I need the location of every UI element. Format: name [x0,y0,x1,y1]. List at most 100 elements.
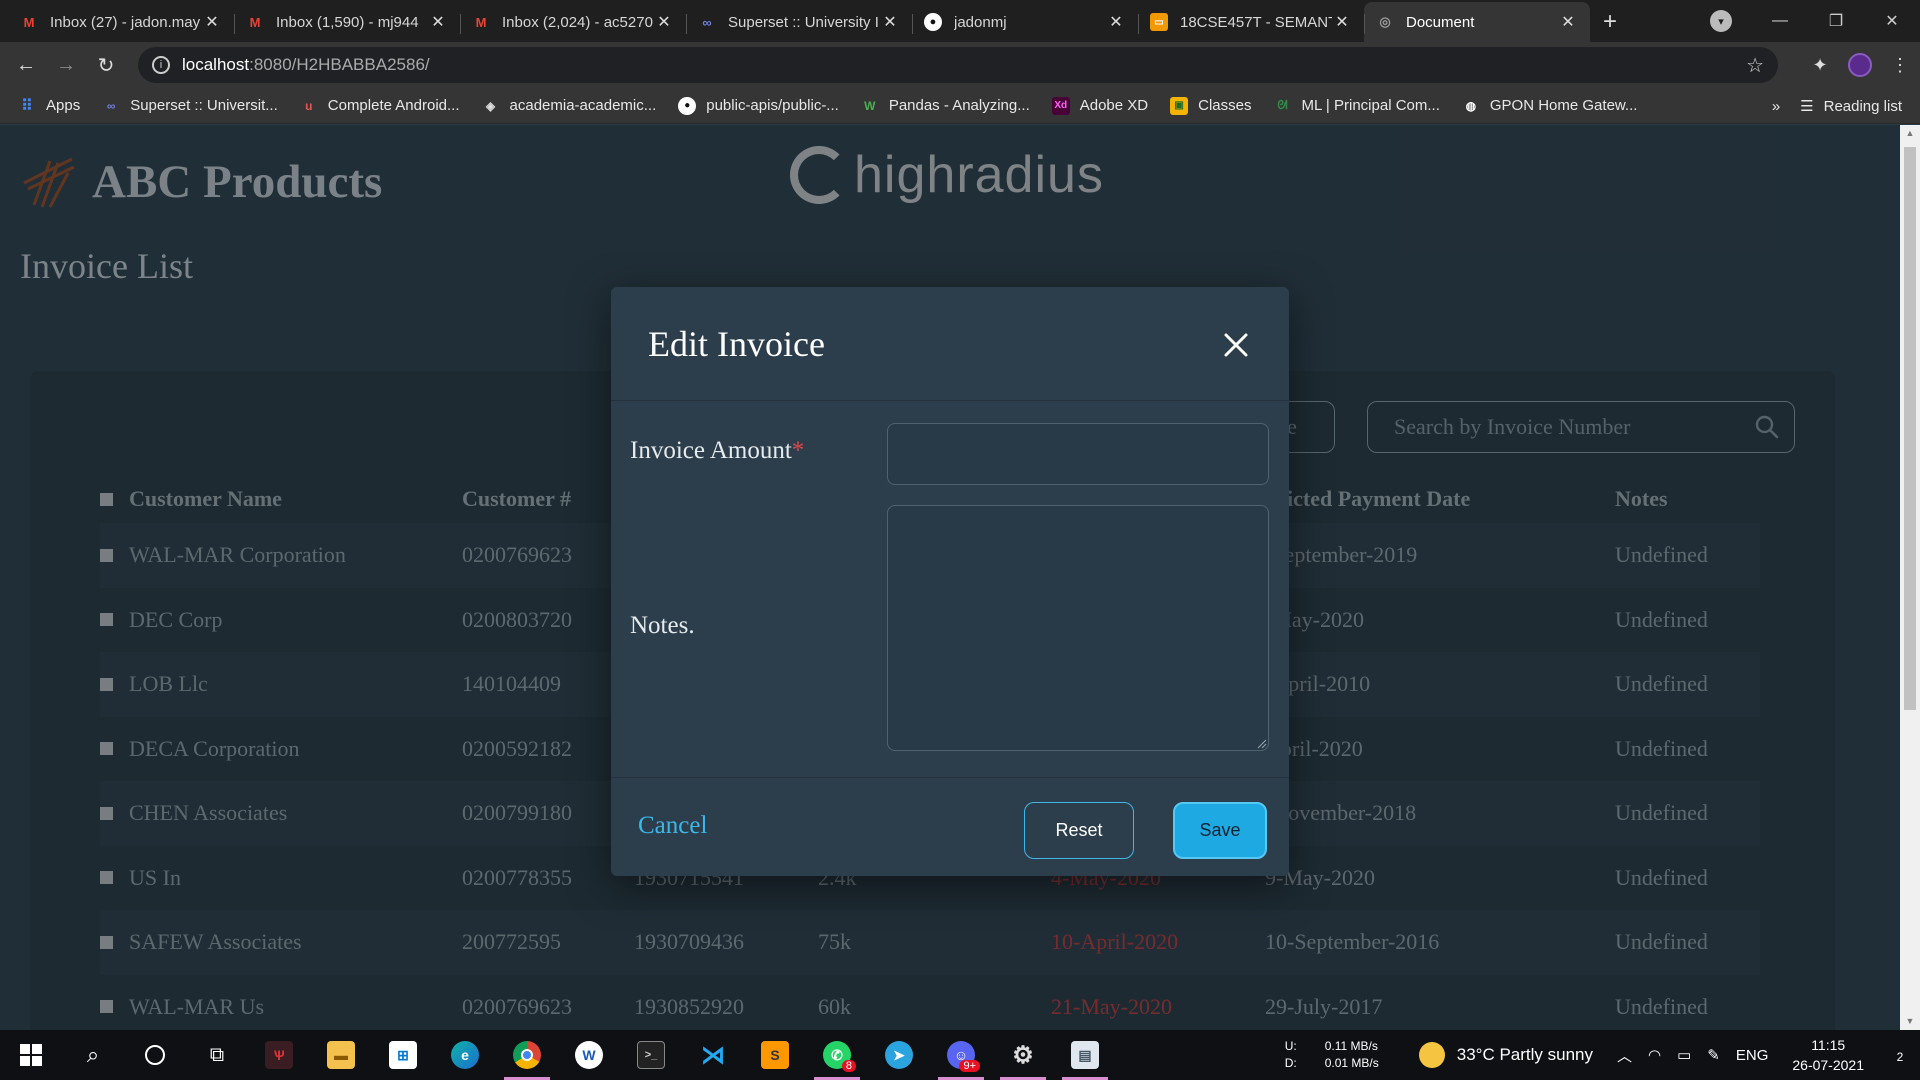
profile-avatar[interactable] [1848,53,1872,77]
store-icon[interactable]: ⊞ [372,1030,434,1080]
start-button[interactable] [0,1030,62,1080]
browser-tab[interactable]: M Inbox (1,590) - mj944 ✕ [234,2,460,42]
site-info-icon[interactable]: i [152,56,170,74]
battery-icon[interactable]: ▭ [1677,1046,1691,1064]
sublime-icon[interactable]: S [744,1030,806,1080]
settings-gear-icon[interactable]: ⚙ [992,1030,1054,1080]
bookmark-star-icon[interactable]: ☆ [1746,53,1764,78]
terminal-icon[interactable]: >_ [620,1030,682,1080]
extensions-icon[interactable]: ✦ [1800,55,1840,76]
clock[interactable]: 11:15 26-07-2021 [1792,1035,1864,1075]
chrome-icon[interactable] [496,1030,558,1080]
menu-kebab-icon[interactable]: ⋮ [1880,55,1920,76]
tab-search-icon[interactable]: ▾ [1710,10,1732,32]
tab-title: Inbox (27) - jadon.may [50,13,201,31]
close-icon[interactable]: ✕ [654,12,674,32]
bookmark-item[interactable]: ◍ GPON Home Gatew... [1462,97,1638,115]
bookmark-item[interactable]: ▣ Classes [1170,96,1251,115]
task-view-icon[interactable]: ⧉ [186,1030,248,1080]
save-button[interactable]: Save [1173,802,1267,859]
reset-button[interactable]: Reset [1024,802,1134,859]
back-icon[interactable]: ← [8,47,44,83]
w3-icon: W [864,98,876,113]
reload-icon[interactable]: ↻ [88,47,124,83]
dialog-footer: Cancel Reset Save [611,777,1289,876]
minimize-icon[interactable]: — [1752,12,1808,30]
resize-grip-icon[interactable] [1257,739,1267,749]
scrollbar-thumb[interactable] [1904,147,1916,710]
more-bookmarks-icon[interactable]: » [1772,98,1780,115]
bookmark-item[interactable]: ◈ academia-academic... [482,97,656,115]
close-icon[interactable] [1216,325,1256,365]
browser-tab[interactable]: M Inbox (2,024) - ac5270 ✕ [460,2,686,42]
reading-list-icon[interactable]: ☰ [1800,97,1813,115]
bookmark-item[interactable]: Xd Adobe XD [1051,96,1149,115]
bookmark-label: Superset :: Universit... [130,97,278,114]
word-icon[interactable]: W [558,1030,620,1080]
bookmark-label: public-apis/public-... [706,97,839,114]
app-window-icon[interactable]: ▤ [1054,1030,1116,1080]
vscode-icon[interactable]: ⋊ [682,1030,744,1080]
bookmark-item[interactable]: u Complete Android... [300,97,459,115]
invoice-amount-field[interactable] [887,423,1269,485]
wifi-icon[interactable]: ◠ [1648,1046,1661,1064]
close-icon[interactable]: ✕ [1332,12,1352,32]
close-icon[interactable]: ✕ [880,12,900,32]
bookmark-item[interactable]: ᘛ ML | Principal Com... [1273,97,1440,115]
forward-icon[interactable]: → [48,47,84,83]
file-explorer-icon[interactable]: ▬ [310,1030,372,1080]
notifications-icon[interactable]: 2 [1880,1045,1920,1066]
dialog-header: Edit Invoice [611,287,1289,401]
gmail-icon: M [249,14,261,30]
invoice-amount-label-text: Invoice Amount [630,437,792,464]
telegram-icon[interactable]: ➤ [868,1030,930,1080]
page-scrollbar[interactable]: ▲ ▼ [1900,125,1920,1030]
notes-field[interactable] [887,505,1269,751]
predator-sense-icon[interactable]: Ѱ [248,1030,310,1080]
classroom-icon: ▣ [1170,96,1189,115]
bookmark-label: ML | Principal Com... [1301,97,1440,114]
bookmark-item[interactable]: ∞ Superset :: Universit... [102,97,278,115]
new-tab-button[interactable]: + [1590,2,1630,42]
close-icon[interactable]: ✕ [202,12,222,32]
browser-tab[interactable]: ∞ Superset :: University I ✕ [686,2,912,42]
close-icon[interactable]: ✕ [1106,12,1126,32]
superset-icon: ∞ [702,14,712,30]
pen-icon[interactable]: ✎ [1707,1046,1720,1064]
cortana-icon[interactable] [124,1030,186,1080]
language-indicator[interactable]: ENG [1736,1047,1769,1064]
weather-widget[interactable]: 33°C Partly sunny [1418,1042,1593,1068]
cancel-button[interactable]: Cancel [638,812,707,840]
discord-icon[interactable]: ☺ 9+ [930,1030,992,1080]
notification-count: 2 [1896,1049,1904,1064]
bookmark-item[interactable]: W Pandas - Analyzing... [861,97,1030,115]
browser-tab[interactable]: ● jadonmj ✕ [912,2,1138,42]
upload-speed: 0.11 MB/s [1324,1039,1378,1053]
close-icon[interactable]: ✕ [428,12,448,32]
net-labels: U: D: [1285,1038,1297,1072]
bookmark-item[interactable]: ● public-apis/public-... [678,96,839,115]
edge-icon[interactable]: e [434,1030,496,1080]
restore-icon[interactable]: ❐ [1808,11,1864,31]
url-host: localhost [182,55,250,74]
window-close-icon[interactable]: ✕ [1864,11,1920,31]
bookmark-label: Adobe XD [1079,97,1149,114]
search-icon[interactable]: ⌕ [62,1030,124,1080]
close-icon[interactable]: ✕ [1558,12,1578,32]
chevron-up-icon[interactable]: ︿ [1617,1045,1632,1066]
scroll-up-icon[interactable]: ▲ [1900,125,1920,142]
download-speed: 0.01 MB/s [1324,1056,1379,1070]
gfg-icon: ᘛ [1277,98,1288,112]
slides-icon: ▭ [1150,13,1168,31]
bookmark-apps[interactable]: ⠿ Apps [18,97,80,115]
tab-title: Superset :: University I [728,13,879,31]
whatsapp-icon[interactable]: ✆ 8 [806,1030,868,1080]
browser-tab[interactable]: M Inbox (27) - jadon.may ✕ [8,2,234,42]
browser-tab-active[interactable]: ◎ Document ✕ [1364,2,1590,42]
reading-list-label[interactable]: Reading list [1824,98,1902,115]
address-bar[interactable]: i localhost:8080/H2HBABBA2586/ ☆ [138,47,1778,83]
tab-title: jadonmj [954,13,1007,31]
scroll-down-icon[interactable]: ▼ [1900,1013,1920,1030]
browser-tab-bar: M Inbox (27) - jadon.may ✕ M Inbox (1,59… [0,0,1920,42]
browser-tab[interactable]: ▭ 18CSE457T - SEMANT ✕ [1138,2,1364,42]
